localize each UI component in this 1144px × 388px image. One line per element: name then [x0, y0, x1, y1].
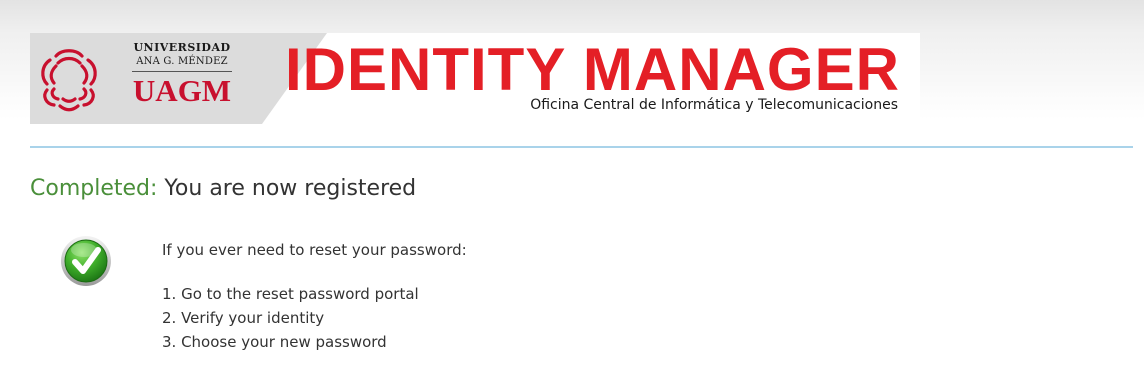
steps-list: 1. Go to the reset password portal 2. Ve… [162, 282, 467, 354]
university-line-2: ANA G. MÉNDEZ [132, 55, 232, 72]
university-name: UNIVERSIDAD ANA G. MÉNDEZ UAGM [122, 41, 242, 108]
header-divider [30, 146, 1133, 148]
header-banner: UNIVERSIDAD ANA G. MÉNDEZ UAGM IDENTITY … [30, 33, 920, 124]
check-icon [61, 236, 111, 286]
step-item: 3. Choose your new password [162, 333, 387, 351]
reset-instructions: If you ever need to reset your password:… [162, 240, 467, 354]
product-title: IDENTITY MANAGER [285, 36, 900, 103]
university-line-1: UNIVERSIDAD [133, 41, 231, 54]
status-label: Completed: [30, 176, 158, 201]
step-item: 2. Verify your identity [162, 309, 325, 327]
department-subtitle: Oficina Central de Informática y Telecom… [530, 97, 898, 113]
page: UNIVERSIDAD ANA G. MÉNDEZ UAGM IDENTITY … [0, 0, 1144, 388]
status-message: You are now registered [164, 176, 417, 201]
university-acronym: UAGM [132, 73, 232, 108]
uagm-logo-icon [41, 49, 97, 112]
instructions-intro: If you ever need to reset your password: [162, 241, 467, 259]
page-title: Completed: You are now registered [30, 174, 416, 204]
step-item: 1. Go to the reset password portal [162, 285, 419, 303]
